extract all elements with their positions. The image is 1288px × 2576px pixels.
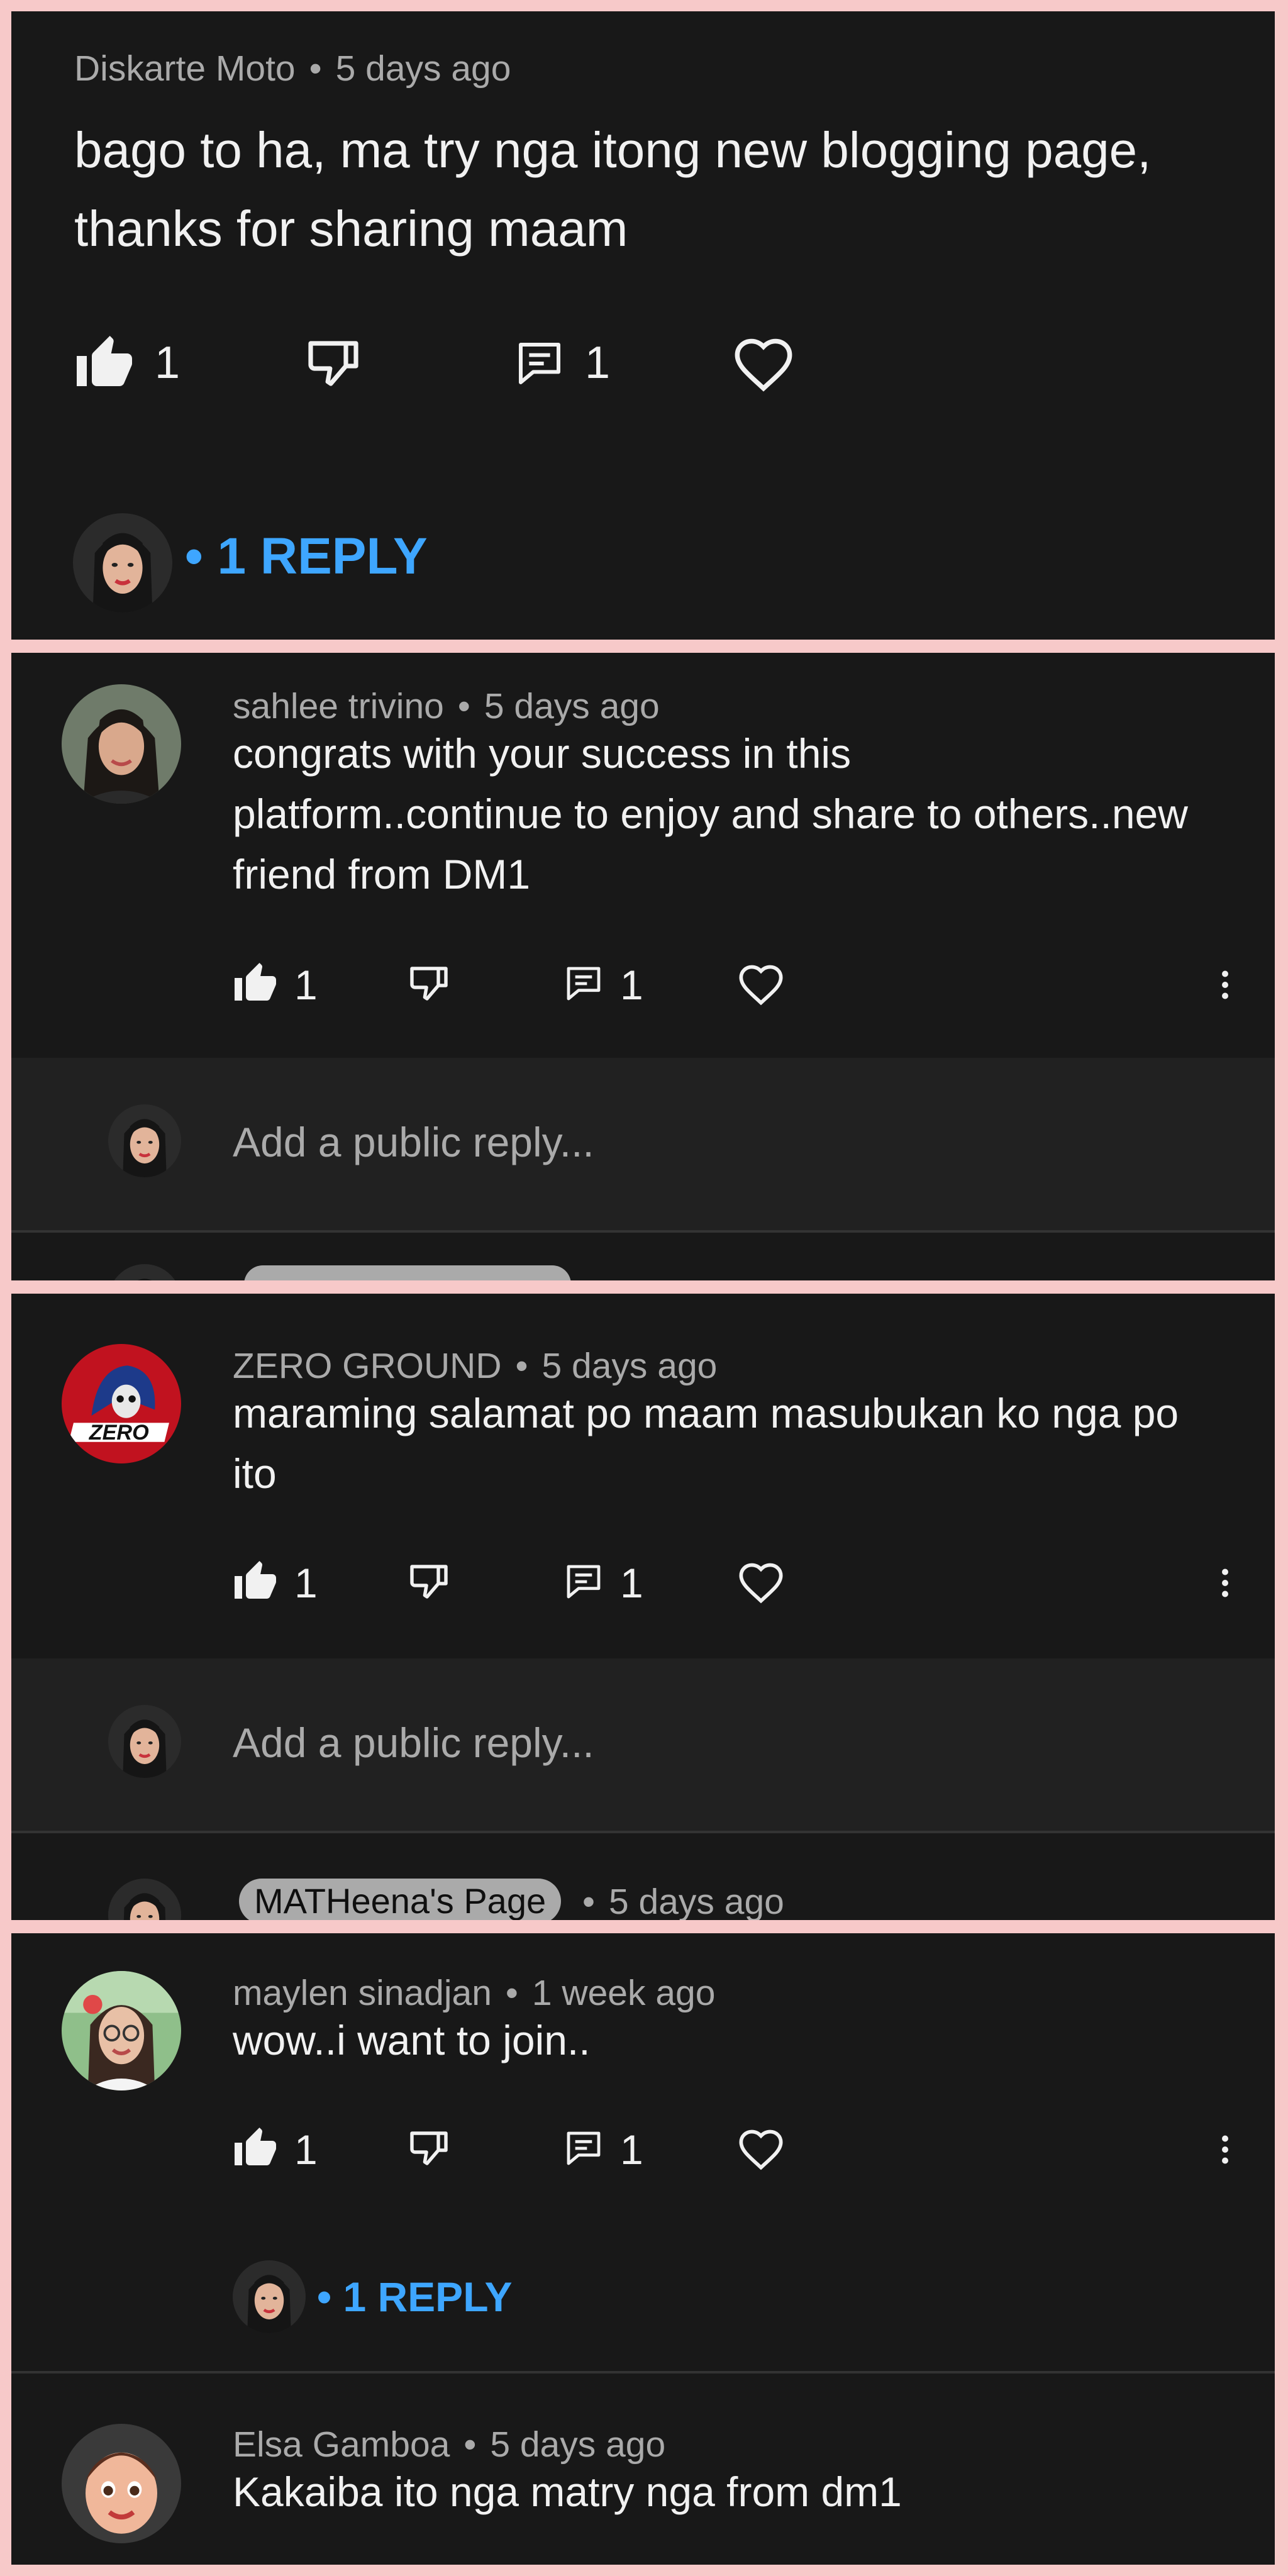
comment-author-line: Diskarte Moto • 5 days ago [74,48,511,89]
separator: • [464,2424,477,2465]
comment-line: wow..i want to join.. [233,2017,591,2063]
view-replies-link[interactable]: • 1 REPLY [185,527,428,586]
reply-composer: Add a public reply... [11,1058,1275,1230]
reply-avatar [108,1879,181,1920]
comment-line: maraming salamat po maam masubukan ko ng… [233,1390,1179,1436]
reply-time-line: • 5 days ago [582,1881,784,1920]
reply-avatar [108,1264,181,1280]
heart-icon[interactable] [732,333,795,396]
comment-author[interactable]: maylen sinadjan [233,1973,492,2013]
reply-composer: Add a public reply... [11,1658,1275,1831]
comment-time[interactable]: 5 days ago [336,48,511,89]
dislike-icon[interactable] [406,2126,452,2171]
heart-icon[interactable] [737,1559,785,1607]
comment-time[interactable]: 5 days ago [484,686,660,726]
like-icon[interactable] [233,1559,278,1604]
comment-line: Kakaiba ito nga matry nga from dm1 [233,2468,902,2515]
heart-icon[interactable] [737,2126,785,2174]
divider [11,1230,1275,1233]
comment-author[interactable]: sahlee trivino [233,686,444,726]
reply-input[interactable]: Add a public reply... [233,1118,594,1166]
like-count: 1 [294,1560,318,1606]
separator: • [515,1346,528,1386]
like-count: 1 [294,962,318,1008]
reply-input[interactable]: Add a public reply... [233,1719,594,1767]
comment-author[interactable]: Elsa Gamboa [233,2424,450,2465]
like-icon[interactable] [74,333,135,394]
dislike-icon[interactable] [406,1559,452,1604]
author-badge [244,1265,571,1280]
like-icon[interactable] [233,961,278,1006]
separator: • [505,1973,518,2013]
reply-icon[interactable] [564,1559,604,1604]
comment-line: ito [233,1450,277,1497]
reply-count: 1 [620,1560,643,1606]
comment-line: platform..continue to enjoy and share to… [233,791,1188,837]
dislike-icon[interactable] [303,333,364,394]
comment-author[interactable]: ZERO GROUND [233,1346,502,1386]
comment-text: wow..i want to join.. [233,2010,591,2070]
divider [11,2371,1275,2373]
reply-icon[interactable] [564,2126,604,2171]
comment-text: Kakaiba ito nga matry nga from dm1 [233,2462,902,2522]
comment-author-line: ZERO GROUND • 5 days ago [233,1345,717,1387]
comment-card-diskarte-moto: Diskarte Moto • 5 days ago bago to ha, ma … [11,11,1275,640]
comment-line: bago to ha, ma try nga itong new bloggin… [74,122,1152,178]
comment-time[interactable]: 5 days ago [541,1346,717,1386]
separator: • [309,48,322,89]
comment-author-line: Elsa Gamboa • 5 days ago [233,2424,665,2465]
reply-count: 1 [620,962,643,1008]
more-vert-icon[interactable] [1206,962,1244,1008]
comment-card-zero-ground: ZERO GROUND • 5 days ago maraming salamat … [11,1294,1275,1920]
reply-count: 1 [585,338,611,388]
like-icon[interactable] [233,2126,278,2171]
channel-logo[interactable] [62,1344,181,1463]
separator: • [582,1882,595,1920]
comment-text: maraming salamat po maam masubukan ko ng… [233,1383,1179,1504]
comment-line: thanks for sharing maam [74,201,628,257]
comment-line: congrats with your success in this [233,730,852,777]
view-replies-link[interactable]: • 1 REPLY [317,2273,512,2321]
comment-text: bago to ha, ma try nga itong new bloggin… [74,111,1151,268]
more-vert-icon[interactable] [1206,1560,1244,1606]
comment-time[interactable]: 5 days ago [490,2424,665,2465]
author-badge[interactable]: MATHeena's Page [239,1879,562,1920]
comment-author-line: sahlee trivino • 5 days ago [233,686,660,727]
separator: • [457,686,470,726]
like-count: 1 [294,2126,318,2173]
dislike-icon[interactable] [406,961,452,1006]
more-vert-icon[interactable] [1206,2127,1244,2172]
comment-time[interactable]: 1 week ago [532,1973,716,2013]
creator-avatar [233,2260,306,2333]
divider [11,1831,1275,1833]
comment-card-sahlee-trivino: sahlee trivino • 5 days ago congrats with … [11,653,1275,1280]
comment-text: congrats with your success in this platf… [233,723,1188,904]
reply-count: 1 [620,2126,643,2173]
comment-card-maylen-sinadjan: maylen sinadjan • 1 week ago wow..i want t… [11,1933,1275,2565]
heart-icon[interactable] [737,961,785,1009]
comment-line: friend from DM1 [233,851,531,897]
reply-time[interactable]: 5 days ago [609,1882,784,1920]
comment-author[interactable]: Diskarte Moto [74,48,296,89]
avatar[interactable] [62,684,181,804]
avatar[interactable] [62,2424,181,2543]
comment-author-line: maylen sinadjan • 1 week ago [233,1972,715,2014]
user-avatar [108,1705,181,1778]
reply-icon[interactable] [564,961,604,1006]
user-avatar [108,1104,181,1177]
avatar[interactable] [62,1971,181,2090]
reply-icon[interactable] [514,333,565,394]
creator-avatar [73,513,172,613]
like-count: 1 [155,338,180,388]
